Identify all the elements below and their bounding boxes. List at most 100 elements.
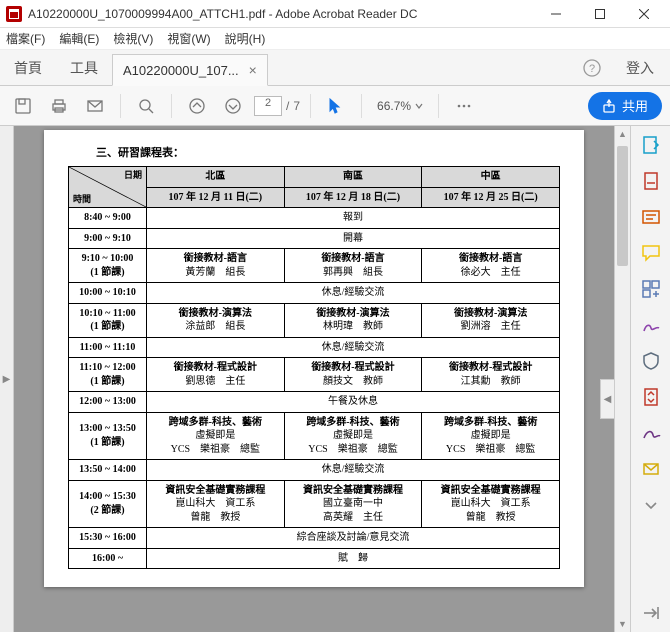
session-cell: 銜接教材-演算法林明瑋 教師 — [284, 303, 422, 337]
comment-icon[interactable] — [640, 242, 662, 264]
time-cell: 12:00 ~ 13:00 — [69, 392, 147, 413]
window-titlebar: A10220000U_1070009994A00_ATTCH1.pdf - Ad… — [0, 0, 670, 28]
page-up-button[interactable] — [182, 91, 212, 121]
session-cell: 銜接教材-語言徐必大 主任 — [422, 249, 560, 283]
table-row: 12:00 ~ 13:00午餐及休息 — [69, 392, 560, 413]
span-cell: 賦 歸 — [147, 548, 560, 569]
help-button[interactable]: ? — [574, 50, 610, 85]
search-button[interactable] — [131, 91, 161, 121]
table-row: 15:30 ~ 16:00綜合座談及討論/意見交流 — [69, 528, 560, 549]
page-sep: / — [286, 99, 289, 113]
session-cell: 銜接教材-語言黃芳蘭 組長 — [147, 249, 285, 283]
nav-tools[interactable]: 工具 — [56, 50, 112, 85]
table-row: 11:00 ~ 11:10休息/經驗交流 — [69, 337, 560, 358]
create-pdf-icon[interactable] — [640, 170, 662, 192]
tab-row: 首頁 工具 A10220000U_107... × ? 登入 — [0, 50, 670, 86]
th-region-south: 南區 — [284, 167, 422, 188]
share-icon — [602, 99, 616, 113]
session-cell: 跨域多群-科技、藝術虛擬即是YCS 樂祖豪 總監 — [422, 412, 560, 460]
document-view[interactable]: 三、研習課程表： 日期 時間 北區 南區 中區 107 年 12 月 — [14, 126, 614, 632]
time-cell: 8:40 ~ 9:00 — [69, 208, 147, 229]
span-cell: 報到 — [147, 208, 560, 229]
zoom-value: 66.7% — [377, 99, 411, 113]
share-button[interactable]: 共用 — [588, 92, 662, 120]
menu-bar: 檔案(F) 編輯(E) 檢視(V) 視窗(W) 說明(H) — [0, 28, 670, 50]
th-region-north: 北區 — [147, 167, 285, 188]
save-button[interactable] — [8, 91, 38, 121]
session-cell: 銜接教材-語言郭再興 組長 — [284, 249, 422, 283]
time-cell: 13:00 ~ 13:50(1 節課) — [69, 412, 147, 460]
table-row: 13:50 ~ 14:00休息/經驗交流 — [69, 460, 560, 481]
schedule-table: 日期 時間 北區 南區 中區 107 年 12 月 11 日(二) 107 年 … — [68, 166, 560, 569]
document-tab-label: A10220000U_107... — [123, 63, 239, 78]
window-title: A10220000U_1070009994A00_ATTCH1.pdf - Ad… — [28, 7, 534, 21]
session-cell: 跨域多群-科技、藝術虛擬即是YCS 樂祖豪 總監 — [284, 412, 422, 460]
export-pdf-icon[interactable] — [640, 134, 662, 156]
menu-view[interactable]: 檢視(V) — [113, 30, 153, 47]
th-date-central: 107 年 12 月 25 日(二) — [422, 187, 560, 208]
edit-pdf-icon[interactable] — [640, 206, 662, 228]
table-row: 10:10 ~ 11:00(1 節課)銜接教材-演算法涂益郎 組長銜接教材-演算… — [69, 303, 560, 337]
print-button[interactable] — [44, 91, 74, 121]
sign-in-button[interactable]: 登入 — [610, 50, 670, 85]
time-cell: 16:00 ~ — [69, 548, 147, 569]
table-header-diag: 日期 時間 — [69, 167, 147, 208]
rail-more-icon[interactable] — [640, 494, 662, 516]
document-tab[interactable]: A10220000U_107... × — [112, 54, 268, 86]
menu-edit[interactable]: 編輯(E) — [59, 30, 99, 47]
schedule-caption: 三、研習課程表： — [96, 144, 560, 160]
th-date-north: 107 年 12 月 11 日(二) — [147, 187, 285, 208]
svg-text:?: ? — [589, 63, 595, 75]
more-tools-button[interactable] — [449, 91, 479, 121]
menu-file[interactable]: 檔案(F) — [6, 30, 45, 47]
zoom-select[interactable]: 66.7% — [372, 96, 428, 116]
right-panel-toggle[interactable]: ◀ — [600, 379, 614, 419]
organize-icon[interactable] — [640, 278, 662, 300]
protect-icon[interactable] — [640, 350, 662, 372]
chevron-right-icon: ▶ — [3, 374, 11, 385]
time-cell: 11:10 ~ 12:00(1 節課) — [69, 358, 147, 392]
time-cell: 11:00 ~ 11:10 — [69, 337, 147, 358]
window-minimize-button[interactable] — [534, 0, 578, 28]
window-maximize-button[interactable] — [578, 0, 622, 28]
email-button[interactable] — [80, 91, 110, 121]
page-content: 三、研習課程表： 日期 時間 北區 南區 中區 107 年 12 月 — [44, 130, 584, 587]
sign-icon[interactable] — [640, 314, 662, 336]
page-total: 7 — [293, 99, 300, 113]
nav-home[interactable]: 首頁 — [0, 50, 56, 85]
right-tool-rail — [630, 126, 670, 632]
menu-window[interactable]: 視窗(W) — [167, 30, 210, 47]
session-cell: 資訊安全基礎實務課程崑山科大 資工系曾龍 教授 — [422, 480, 560, 528]
collapse-rail-icon[interactable] — [640, 602, 662, 624]
table-row: 14:00 ~ 15:30(2 節課)資訊安全基礎實務課程崑山科大 資工系曾龍 … — [69, 480, 560, 528]
th-region-central: 中區 — [422, 167, 560, 188]
window-close-button[interactable] — [622, 0, 666, 28]
time-cell: 10:10 ~ 11:00(1 節課) — [69, 303, 147, 337]
session-cell: 資訊安全基礎實務課程崑山科大 資工系曾龍 教授 — [147, 480, 285, 528]
page-down-button[interactable] — [218, 91, 248, 121]
time-cell: 13:50 ~ 14:00 — [69, 460, 147, 481]
select-tool-button[interactable] — [321, 91, 351, 121]
session-cell: 銜接教材-演算法涂益郎 組長 — [147, 303, 285, 337]
session-cell: 銜接教材-程式設計顏技文 教師 — [284, 358, 422, 392]
compress-icon[interactable] — [640, 386, 662, 408]
session-cell: 跨域多群-科技、藝術虛擬即是YCS 樂祖豪 總監 — [147, 412, 285, 460]
page-indicator: 2 / 7 — [254, 96, 300, 116]
main-area: ▶ 三、研習課程表： 日期 時間 北區 南區 中區 — [0, 126, 670, 632]
tab-close-icon[interactable]: × — [249, 62, 257, 78]
fill-sign-icon[interactable] — [640, 422, 662, 444]
page-number-input[interactable]: 2 — [254, 96, 282, 116]
span-cell: 休息/經驗交流 — [147, 460, 560, 481]
th-date-south: 107 年 12 月 18 日(二) — [284, 187, 422, 208]
menu-help[interactable]: 說明(H) — [225, 30, 266, 47]
left-panel-toggle[interactable]: ▶ — [0, 126, 14, 632]
chevron-down-icon — [415, 102, 423, 110]
session-cell: 銜接教材-演算法劉洲溶 主任 — [422, 303, 560, 337]
send-icon[interactable] — [640, 458, 662, 480]
scroll-down-icon[interactable]: ▼ — [615, 616, 630, 632]
vertical-scrollbar[interactable]: ▲ ▼ — [614, 126, 630, 632]
scrollbar-thumb[interactable] — [617, 146, 628, 266]
scroll-up-icon[interactable]: ▲ — [615, 126, 630, 142]
span-cell: 午餐及休息 — [147, 392, 560, 413]
time-cell: 9:00 ~ 9:10 — [69, 228, 147, 249]
